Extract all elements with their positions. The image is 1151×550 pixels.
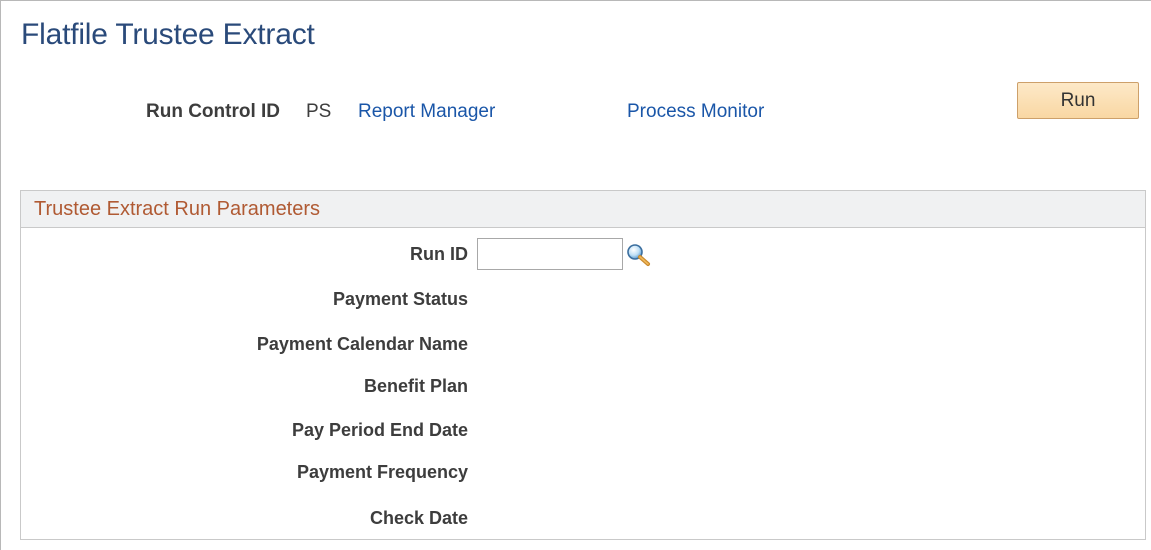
payment-calendar-name-label: Payment Calendar Name <box>256 334 468 354</box>
run-id-input[interactable] <box>477 238 623 270</box>
check-date-label: Check Date <box>369 508 468 528</box>
run-control-id-label: Run Control ID <box>146 101 281 122</box>
group-title: Trustee Extract Run Parameters <box>34 198 321 220</box>
report-manager-link[interactable]: Report Manager <box>358 101 495 123</box>
pay-period-end-date-label: Pay Period End Date <box>291 420 468 440</box>
run-control-id-value: PS <box>306 101 332 122</box>
page-title: Flatfile Trustee Extract <box>21 18 315 51</box>
payment-frequency-label: Payment Frequency <box>296 462 468 482</box>
lookup-icon[interactable] <box>626 243 652 267</box>
run-id-label: Run ID <box>410 244 468 264</box>
payment-status-label: Payment Status <box>332 289 468 309</box>
process-monitor-link[interactable]: Process Monitor <box>627 101 764 123</box>
run-button[interactable]: Run <box>1017 82 1139 119</box>
benefit-plan-label: Benefit Plan <box>363 376 468 396</box>
group-header: Trustee Extract Run Parameters <box>21 191 1145 228</box>
run-parameters-group: Trustee Extract Run Parameters Run ID Pa… <box>20 190 1146 540</box>
page: Flatfile Trustee Extract Run Control ID … <box>0 0 1151 550</box>
